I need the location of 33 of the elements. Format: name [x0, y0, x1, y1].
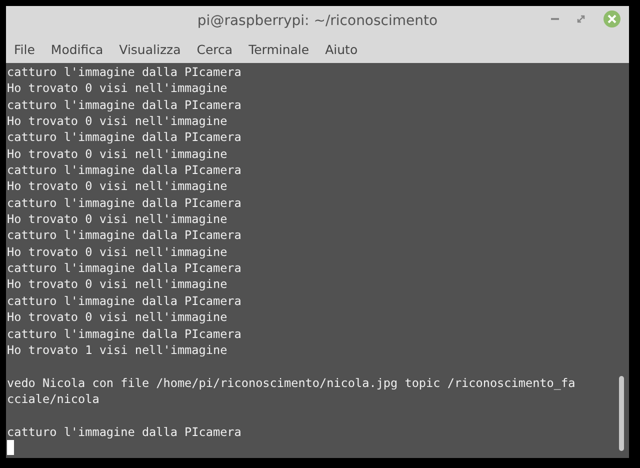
- minimize-icon[interactable]: [551, 18, 559, 20]
- restore-icon[interactable]: [577, 15, 585, 23]
- terminal-line: catturo l'immagine dalla PIcamera: [7, 163, 242, 178]
- terminal-line: Ho trovato 0 visi nell'immagine: [7, 179, 228, 194]
- terminal-line: catturo l'immagine dalla PIcamera: [7, 294, 242, 308]
- terminal-line: Ho trovato 0 visi nell'immagine: [7, 244, 228, 259]
- text-cursor: [7, 440, 14, 455]
- terminal-line: catturo l'immagine dalla PIcamera: [7, 196, 242, 210]
- terminal-line: Ho trovato 0 visi nell'immagine: [7, 81, 228, 96]
- terminal-line: catturo l'immagine dalla PIcamera: [7, 424, 242, 439]
- menu-item[interactable]: Terminale: [248, 40, 310, 60]
- terminal-line: Ho trovato 0 visi nell'immagine: [7, 310, 228, 324]
- terminal-line: vedo Nicola con file /home/pi/riconoscimento/nicola.jpg topic /riconoscimento_fa: [7, 376, 576, 390]
- menu-item[interactable]: Modifica: [50, 40, 104, 60]
- window-title: pi@raspberrypi: ~/riconoscimento: [197, 12, 438, 31]
- menu-item[interactable]: Aiuto: [325, 40, 358, 60]
- terminal-line: Ho trovato 0 visi nell'immagine: [7, 114, 228, 128]
- terminal-line: catturo l'immagine dalla PIcamera: [7, 228, 242, 242]
- close-icon[interactable]: [603, 10, 621, 28]
- terminal-line: Ho trovato 0 visi nell'immagine: [7, 277, 228, 292]
- terminal-line: catturo l'immagine dalla PIcamera: [7, 261, 242, 276]
- terminal-line: Ho trovato 0 visi nell'immagine: [7, 212, 228, 226]
- terminal-line: catturo l'immagine dalla PIcamera: [7, 98, 242, 112]
- terminal-line: cciale/nicola: [7, 392, 100, 406]
- scrollbar-thumb[interactable]: [619, 376, 624, 451]
- terminal-line: Ho trovato 0 visi nell'immagine: [7, 146, 228, 161]
- menu-item[interactable]: File: [14, 40, 35, 60]
- terminal-line: Ho trovato 1 visi nell'immagine: [7, 342, 228, 357]
- terminal-line: catturo l'immagine dalla PIcamera: [7, 130, 242, 144]
- menu-item[interactable]: Visualizza: [119, 40, 181, 60]
- terminal-line: catturo l'immagine dalla PIcamera: [7, 65, 242, 79]
- terminal-line: catturo l'immagine dalla PIcamera: [7, 326, 242, 340]
- menu-item[interactable]: Cerca: [196, 40, 233, 60]
